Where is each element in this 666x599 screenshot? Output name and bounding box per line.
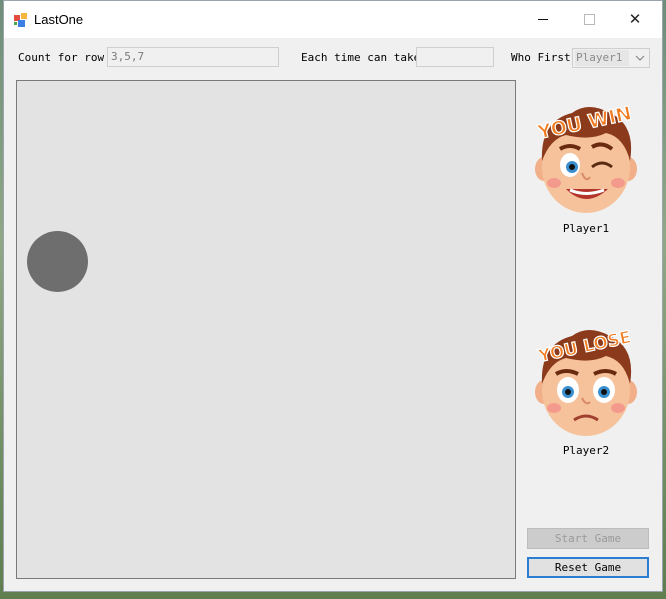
winning-boy-face-icon: YOU WIN bbox=[534, 102, 637, 213]
chevron-down-icon[interactable] bbox=[631, 49, 649, 67]
app-icon bbox=[14, 13, 27, 27]
window-title: LastOne bbox=[34, 12, 84, 27]
each-time-can-take-label: Each time can take bbox=[301, 51, 421, 64]
who-first-label: Who First bbox=[511, 51, 571, 64]
who-first-selected-value: Player1 bbox=[575, 50, 629, 66]
maximize-icon bbox=[583, 14, 595, 25]
losing-boy-face-icon: YOU LOSE bbox=[535, 327, 637, 436]
minimize-button[interactable] bbox=[520, 1, 566, 38]
each-time-can-take-input[interactable] bbox=[416, 47, 494, 67]
close-button[interactable]: ✕ bbox=[612, 1, 658, 38]
count-for-row-label: Count for row bbox=[18, 51, 105, 64]
title-bar[interactable]: LastOne ✕ bbox=[4, 1, 662, 38]
maximize-button[interactable] bbox=[566, 1, 612, 38]
player1-label: Player1 bbox=[562, 222, 610, 235]
game-piece[interactable] bbox=[27, 231, 88, 292]
minimize-icon bbox=[538, 19, 548, 20]
who-first-dropdown[interactable]: Player1 bbox=[572, 48, 650, 68]
count-for-row-input[interactable]: 3,5,7 bbox=[107, 47, 279, 67]
app-window: LastOne ✕ Count for row 3,5,7 Each time … bbox=[3, 0, 663, 592]
game-board[interactable] bbox=[16, 80, 516, 579]
close-icon: ✕ bbox=[628, 10, 642, 28]
reset-game-button[interactable]: Reset Game bbox=[527, 557, 649, 578]
player2-label: Player2 bbox=[562, 444, 610, 457]
start-game-button[interactable]: Start Game bbox=[527, 528, 649, 549]
